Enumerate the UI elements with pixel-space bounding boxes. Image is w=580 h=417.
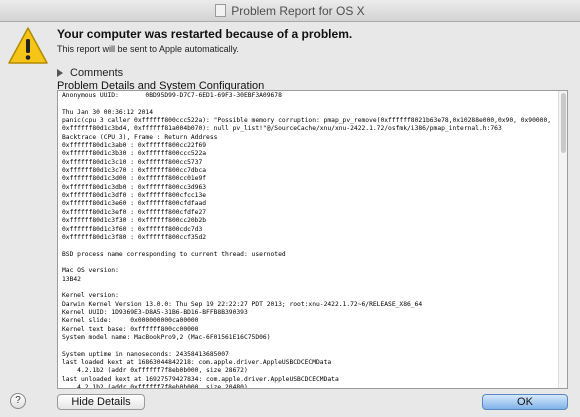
disclosure-triangle-icon[interactable] [57, 69, 63, 77]
hide-details-button[interactable]: Hide Details [57, 394, 145, 410]
title-bar[interactable]: Problem Report for OS X [0, 0, 580, 22]
comments-disclosure[interactable]: Comments [57, 66, 123, 80]
window-title: Problem Report for OS X [231, 4, 365, 18]
problem-details-textarea[interactable]: Anonymous UUID: 0BD95D99-D7C7-6ED1-69F3-… [57, 90, 568, 389]
scrollbar[interactable] [558, 91, 567, 388]
headline: Your computer was restarted because of a… [57, 27, 353, 41]
warning-triangle-icon [8, 27, 48, 64]
scrollbar-thumb[interactable] [561, 93, 566, 153]
document-icon [215, 4, 227, 17]
comments-label: Comments [70, 67, 124, 79]
ok-button[interactable]: OK [482, 394, 568, 410]
window-title-container: Problem Report for OS X [0, 4, 580, 18]
subheadline: This report will be sent to Apple automa… [57, 44, 239, 54]
help-button[interactable]: ? [10, 393, 26, 409]
problem-details-text[interactable]: Anonymous UUID: 0BD95D99-D7C7-6ED1-69F3-… [58, 91, 567, 388]
